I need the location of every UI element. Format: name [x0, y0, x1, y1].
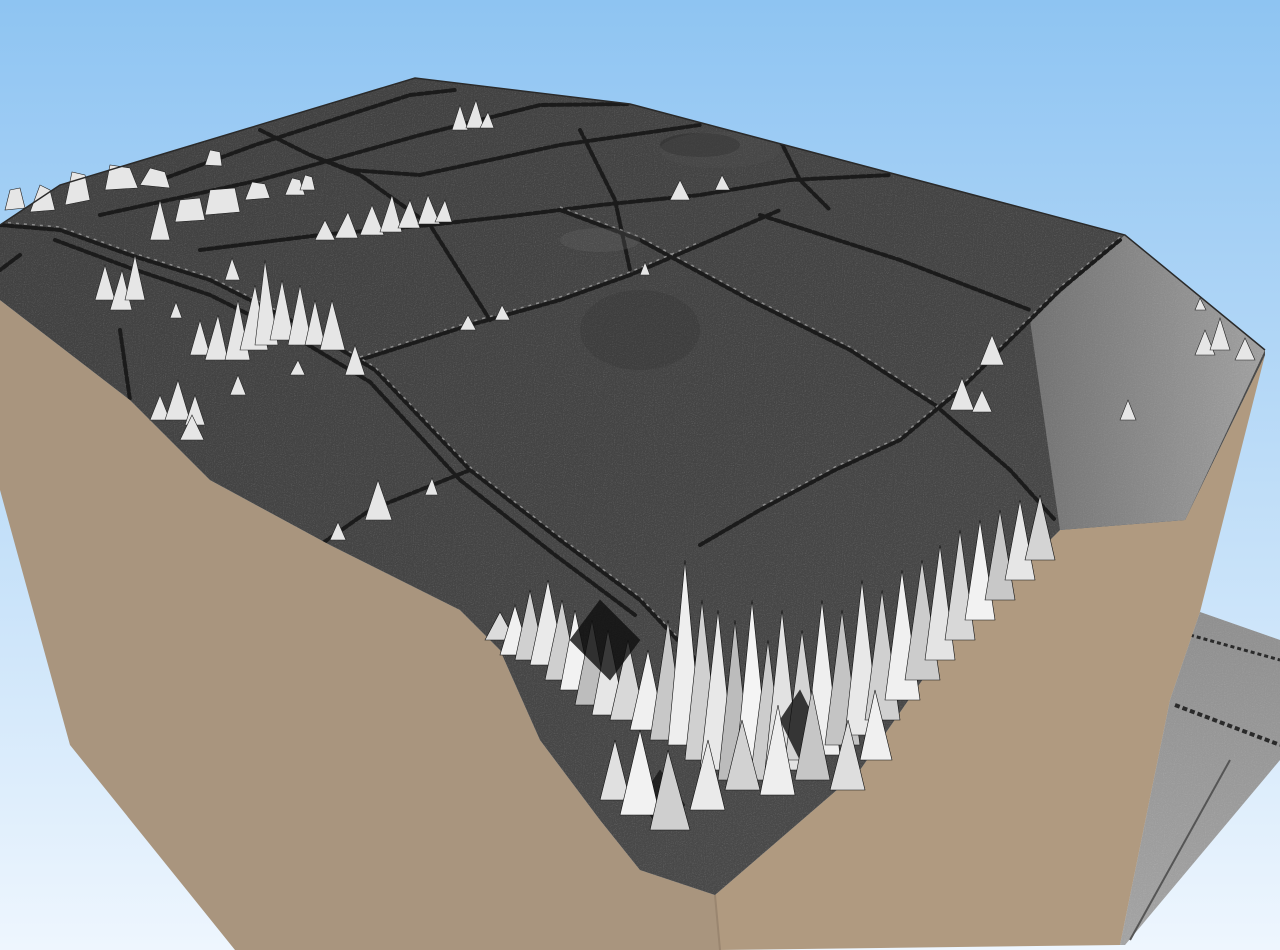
terrain-viewport[interactable]	[0, 0, 1280, 950]
terrain-canvas	[0, 0, 1280, 950]
